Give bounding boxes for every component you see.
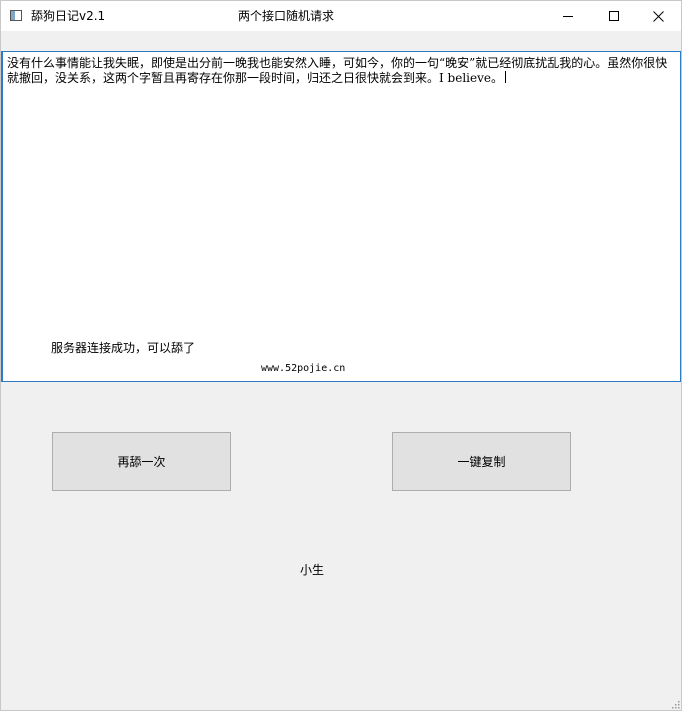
copy-button[interactable]: 一键复制 [392, 432, 571, 491]
app-window-icon [10, 10, 22, 21]
close-button[interactable] [635, 1, 681, 31]
maximize-button[interactable] [591, 1, 637, 31]
minimize-button[interactable] [545, 1, 591, 31]
window-heading: 两个接口随机请求 [238, 9, 335, 23]
message-text[interactable]: 没有什么事情能让我失眠，即使是出分前一晚我也能安然入睡，可如今，你的一句“晚安”… [7, 56, 673, 86]
app-title: 舔狗日记v2.1 [31, 9, 106, 23]
text-caret [505, 71, 506, 83]
maximize-icon [609, 11, 619, 21]
app-window: 舔狗日记v2.1 两个接口随机请求 没有什么事情能让我失眠，即使是出分前一晚我也… [0, 0, 682, 711]
title-bar[interactable]: 舔狗日记v2.1 两个接口随机请求 [1, 1, 681, 31]
minimize-icon [563, 16, 573, 17]
close-icon [652, 10, 664, 22]
status-label: 服务器连接成功，可以舔了 [51, 341, 196, 355]
message-textarea[interactable]: 没有什么事情能让我失眠，即使是出分前一晚我也能安然入睡，可如今，你的一句“晚安”… [1, 51, 681, 382]
resize-grip-icon[interactable] [670, 699, 680, 709]
lick-again-button[interactable]: 再舔一次 [52, 432, 231, 491]
author-label: 小生 [300, 563, 325, 577]
site-label: www.52pojie.cn [261, 363, 346, 374]
menu-strip [1, 31, 681, 51]
message-content: 没有什么事情能让我失眠，即使是出分前一晚我也能安然入睡，可如今，你的一句“晚安”… [7, 56, 668, 85]
